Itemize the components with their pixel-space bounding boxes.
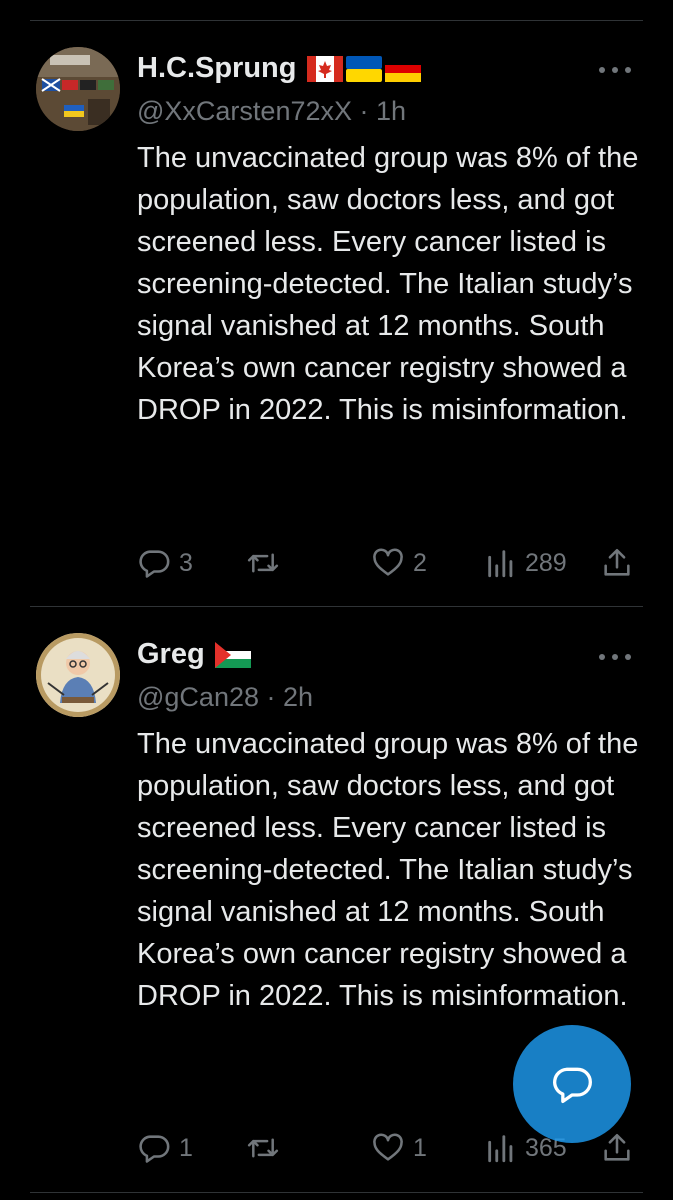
reply-icon <box>139 550 170 578</box>
reply-button[interactable]: 1 <box>137 1128 193 1168</box>
timestamp[interactable]: 1h <box>376 96 406 126</box>
reply-icon <box>139 1135 170 1163</box>
share-button[interactable] <box>600 1128 634 1168</box>
share-button[interactable] <box>600 543 634 583</box>
view-count: 289 <box>525 548 567 577</box>
compose-reply-button[interactable] <box>513 1025 631 1143</box>
germany-flag-icon <box>384 55 421 82</box>
tweet-divider <box>30 606 643 607</box>
repost-button[interactable] <box>245 543 289 583</box>
avatar[interactable] <box>36 47 120 131</box>
tweet-text: The unvaccinated group was 8% of the pop… <box>137 728 639 1012</box>
reply-bubble-icon <box>553 1067 592 1104</box>
separator: · <box>266 682 276 712</box>
share-icon <box>604 1133 630 1161</box>
reply-count: 1 <box>179 1133 193 1162</box>
avatar[interactable] <box>36 633 120 717</box>
top-divider <box>30 20 643 21</box>
separator: · <box>359 96 369 126</box>
repost-icon <box>247 1138 279 1158</box>
repost-button[interactable] <box>245 1128 289 1168</box>
like-button[interactable]: 2 <box>371 543 427 583</box>
more-options-icon[interactable] <box>599 651 633 661</box>
more-options-icon[interactable] <box>599 64 633 74</box>
display-name[interactable]: H.C.Sprung <box>137 52 297 85</box>
timestamp[interactable]: 2h <box>283 682 313 712</box>
repost-icon <box>247 553 279 573</box>
handle[interactable]: @gCan28 <box>137 682 259 712</box>
analytics-icon <box>488 550 513 578</box>
like-count: 1 <box>413 1133 427 1162</box>
heart-icon <box>373 1133 403 1161</box>
handle[interactable]: @XxCarsten72xX <box>137 96 352 126</box>
canada-flag-icon <box>306 55 343 82</box>
analytics-icon <box>488 1135 513 1163</box>
reply-button[interactable]: 3 <box>137 543 193 583</box>
bottom-divider <box>30 1192 643 1193</box>
ukraine-flag-icon <box>345 55 382 82</box>
display-name[interactable]: Greg <box>137 638 205 671</box>
tweet-text: The unvaccinated group was 8% of the pop… <box>137 142 639 426</box>
heart-icon <box>373 548 403 576</box>
like-count: 2 <box>413 548 427 577</box>
views-button[interactable]: 289 <box>485 543 567 583</box>
share-icon <box>604 548 630 576</box>
like-button[interactable]: 1 <box>371 1128 427 1168</box>
reply-count: 3 <box>179 548 193 577</box>
palestine-flag-icon <box>214 641 251 668</box>
